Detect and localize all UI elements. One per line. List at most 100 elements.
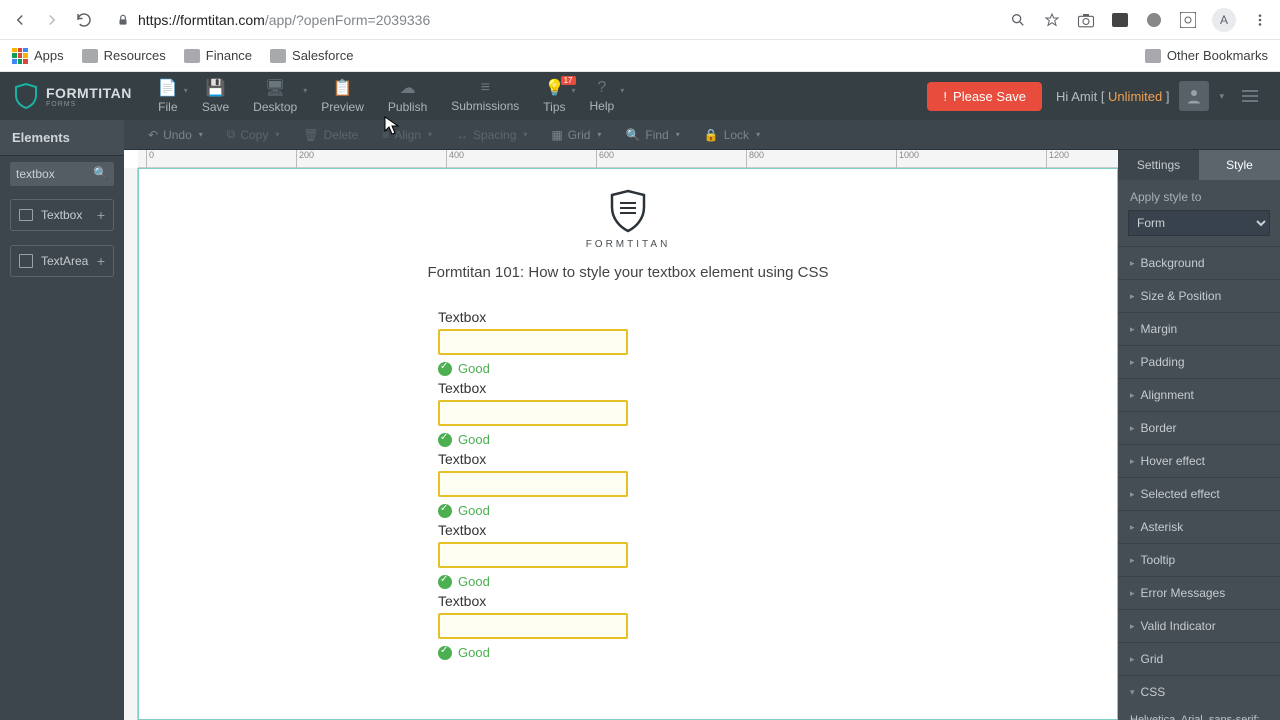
textbox-input[interactable] <box>438 613 628 639</box>
logo-shield-icon <box>14 83 38 109</box>
apply-style-label: Apply style to <box>1118 180 1280 210</box>
section-css[interactable]: CSS <box>1118 675 1280 708</box>
ruler-vertical <box>124 168 138 720</box>
section-border[interactable]: Border <box>1118 411 1280 444</box>
textbox-field: Textbox Good <box>438 593 818 660</box>
ext2-icon[interactable] <box>1144 10 1164 30</box>
bookmark-folder[interactable]: Resources <box>82 48 166 63</box>
help-button[interactable]: ?Help <box>578 72 627 120</box>
please-save-button[interactable]: !Please Save <box>927 82 1042 111</box>
check-icon <box>438 504 452 518</box>
textbox-input[interactable] <box>438 542 628 568</box>
grid-button[interactable]: ▦ Grid <box>541 128 611 142</box>
check-icon <box>438 575 452 589</box>
logo[interactable]: FORMTITANFORMS <box>0 83 146 109</box>
other-bookmarks[interactable]: Other Bookmarks <box>1145 48 1268 63</box>
lock-button[interactable]: 🔒 Lock <box>694 128 770 142</box>
align-button[interactable]: ≡ Align <box>372 128 442 142</box>
section-grid[interactable]: Grid <box>1118 642 1280 675</box>
user-avatar[interactable] <box>1179 81 1209 111</box>
copy-button[interactable]: ⧉ Copy <box>217 127 290 142</box>
url-path: /app/?openForm=2039336 <box>265 12 430 28</box>
bookmark-folder[interactable]: Salesforce <box>270 48 353 63</box>
check-icon <box>438 646 452 660</box>
textbox-input[interactable] <box>438 329 628 355</box>
delete-button[interactable]: 🗑 Delete <box>293 128 368 142</box>
zoom-icon[interactable] <box>1008 10 1028 30</box>
file-button[interactable]: 📄File <box>146 72 190 120</box>
reload-icon[interactable] <box>74 10 94 30</box>
back-icon[interactable] <box>10 10 30 30</box>
user-caret[interactable]: ▾ <box>1219 91 1224 102</box>
shield-icon <box>608 189 648 233</box>
valid-indicator: Good <box>438 574 818 589</box>
section-size-position[interactable]: Size & Position <box>1118 279 1280 312</box>
textbox-field: Textbox Good <box>438 451 818 518</box>
textbox-input[interactable] <box>438 471 628 497</box>
form-canvas[interactable]: FORMTITAN Formtitan 101: How to style yo… <box>138 168 1118 720</box>
section-valid-indicator[interactable]: Valid Indicator <box>1118 609 1280 642</box>
star-icon[interactable] <box>1042 10 1062 30</box>
forward-icon[interactable] <box>42 10 62 30</box>
section-asterisk[interactable]: Asterisk <box>1118 510 1280 543</box>
secondary-toolbar: ↶ Undo ⧉ Copy 🗑 Delete ≡ Align ↔ Spacing… <box>124 120 1280 150</box>
user-area: Hi Amit [ Unlimited ] ▾ <box>1042 81 1280 111</box>
address-bar[interactable]: https://formtitan.com/app/?openForm=2039… <box>106 12 996 28</box>
desktop-button[interactable]: 🖥Desktop <box>241 72 309 120</box>
undo-button[interactable]: ↶ Undo <box>138 128 213 142</box>
textbox-field: Textbox Good <box>438 522 818 589</box>
camera-icon[interactable] <box>1076 10 1096 30</box>
section-margin[interactable]: Margin <box>1118 312 1280 345</box>
field-label: Textbox <box>438 309 818 325</box>
section-background[interactable]: Background <box>1118 246 1280 279</box>
profile-avatar[interactable]: A <box>1212 8 1236 32</box>
section-error-messages[interactable]: Error Messages <box>1118 576 1280 609</box>
section-hover-effect[interactable]: Hover effect <box>1118 444 1280 477</box>
tab-settings[interactable]: Settings <box>1118 150 1199 180</box>
check-icon <box>438 362 452 376</box>
add-icon[interactable]: + <box>97 253 105 269</box>
hamburger-icon[interactable] <box>1234 90 1266 102</box>
folder-icon <box>1145 49 1161 63</box>
ext3-icon[interactable] <box>1178 10 1198 30</box>
form-title: Formtitan 101: How to style your textbox… <box>139 264 1117 281</box>
publish-button[interactable]: ☁Publish <box>376 72 439 120</box>
valid-indicator: Good <box>438 432 818 447</box>
save-button[interactable]: 💾Save <box>190 72 241 120</box>
apply-style-select[interactable]: Form <box>1128 210 1270 236</box>
valid-indicator: Good <box>438 645 818 660</box>
menu-icon[interactable] <box>1250 10 1270 30</box>
folder-icon <box>270 49 286 63</box>
url-domain: https://formtitan.com <box>138 12 265 28</box>
section-alignment[interactable]: Alignment <box>1118 378 1280 411</box>
search-icon[interactable]: 🔍 <box>93 166 108 180</box>
section-tooltip[interactable]: Tooltip <box>1118 543 1280 576</box>
warning-icon: ! <box>943 89 947 104</box>
apps-button[interactable]: Apps <box>12 48 64 64</box>
find-button[interactable]: 🔍 Find <box>615 128 689 142</box>
browser-toolbar: https://formtitan.com/app/?openForm=2039… <box>0 0 1280 40</box>
section-padding[interactable]: Padding <box>1118 345 1280 378</box>
app-header: FORMTITANFORMS 📄File 💾Save 🖥Desktop 📋Pre… <box>0 72 1280 120</box>
ruler-horizontal: 0 200 400 600 800 1000 1200 <box>138 150 1118 168</box>
folder-icon <box>184 49 200 63</box>
canvas-area: 0 200 400 600 800 1000 1200 FORMTITAN Fo… <box>124 150 1118 720</box>
tab-style[interactable]: Style <box>1199 150 1280 180</box>
section-selected-effect[interactable]: Selected effect <box>1118 477 1280 510</box>
field-label: Textbox <box>438 522 818 538</box>
field-label: Textbox <box>438 451 818 467</box>
textbox-input[interactable] <box>438 400 628 426</box>
add-icon[interactable]: + <box>97 207 105 223</box>
field-label: Textbox <box>438 380 818 396</box>
preview-button[interactable]: 📋Preview <box>309 72 376 120</box>
submissions-button[interactable]: ≡Submissions <box>439 72 531 120</box>
textbox-field: Textbox Good <box>438 309 818 376</box>
tips-button[interactable]: 💡Tips17 <box>531 72 577 120</box>
spacing-button[interactable]: ↔ Spacing <box>446 128 537 142</box>
element-textarea[interactable]: TextArea+ <box>10 245 114 277</box>
bookmark-folder[interactable]: Finance <box>184 48 252 63</box>
field-label: Textbox <box>438 593 818 609</box>
ext1-icon[interactable] <box>1110 10 1130 30</box>
panel-title: Elements <box>0 120 124 156</box>
element-textbox[interactable]: Textbox+ <box>10 199 114 231</box>
